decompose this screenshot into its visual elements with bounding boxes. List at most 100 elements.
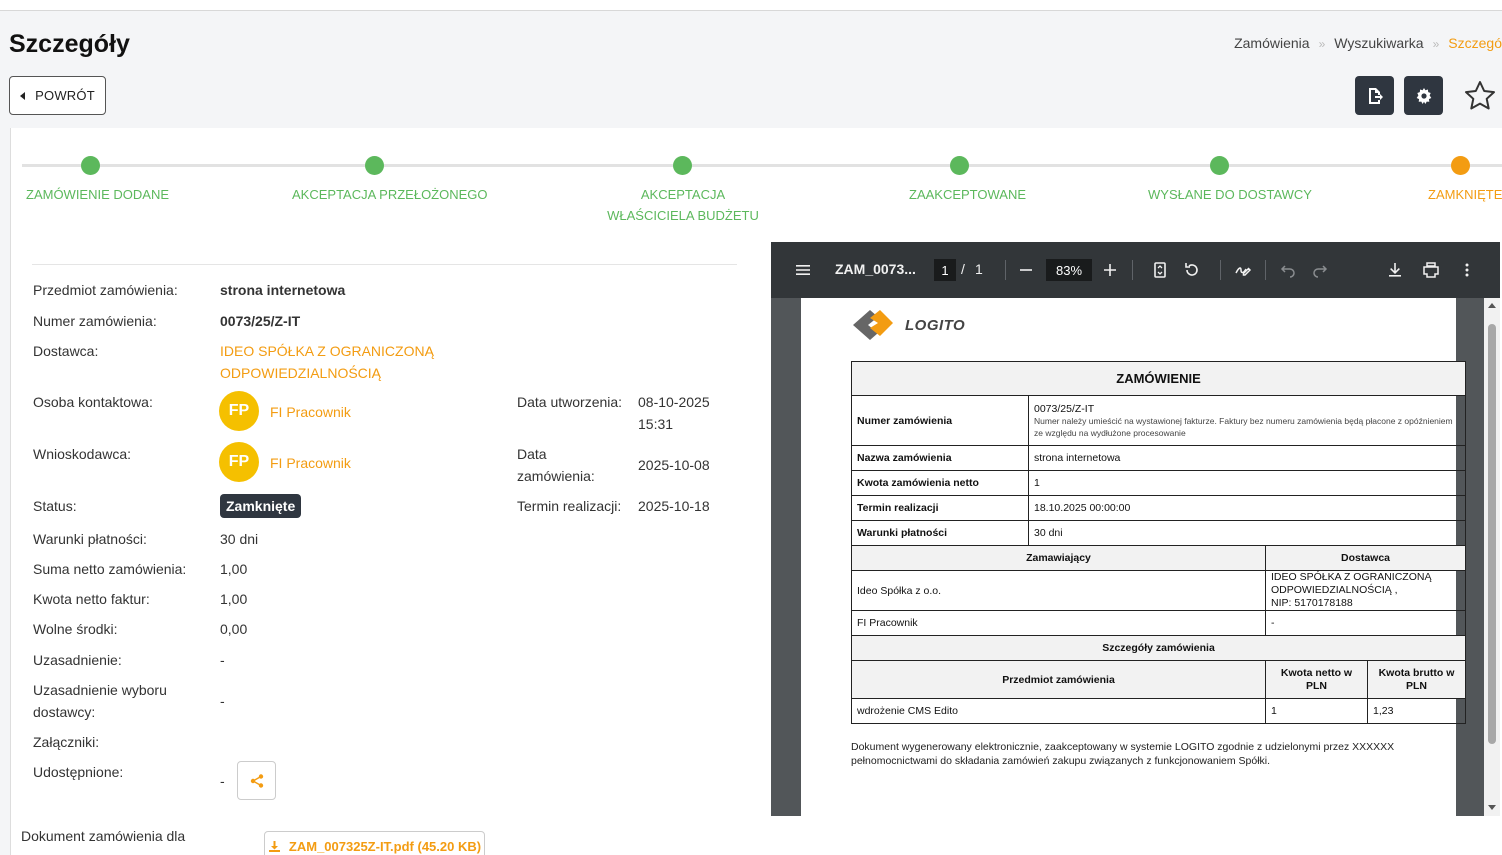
back-button[interactable]: POWRÓT — [9, 76, 106, 115]
pdf-page-input[interactable]: 1 — [934, 259, 956, 281]
zalaczniki-label: Załączniki: — [33, 734, 100, 750]
dostawca-link[interactable]: IDEO SPÓŁKA Z OGRANICZONĄ ODPOWIEDZIALNOŚ… — [220, 340, 434, 384]
kwota-value: 1,00 — [220, 591, 248, 607]
wnioskodawca-label: Wnioskodawca: — [33, 446, 132, 462]
breadcrumb-item-zamowienia[interactable]: Zamówienia — [1234, 35, 1309, 51]
data-utworzenia-time: 15:31 — [638, 416, 674, 432]
row-label: Nazwa zamówienia — [851, 445, 1029, 471]
uzas-wyboru-line1: Uzasadnienie wyboru — [33, 682, 167, 698]
pdf-page-total: 1 — [975, 261, 983, 277]
step-label-1: ZAMÓWIENIE DODANE — [26, 187, 170, 202]
undo-icon[interactable] — [1278, 260, 1298, 280]
termin-value: 2025-10-18 — [638, 498, 710, 514]
col-brutto-line1: Kwota brutto w — [1378, 666, 1455, 679]
item-name: wdrożenie CMS Edito — [851, 698, 1266, 724]
more-icon[interactable] — [1457, 260, 1477, 280]
pdf-scrollbar-thumb[interactable] — [1488, 324, 1496, 744]
przedmiot-value: strona internetowa — [220, 282, 346, 298]
annotate-icon[interactable] — [1233, 260, 1253, 280]
dostawca-value-line2: NIP: 5170178188 — [1271, 597, 1353, 609]
kwota-label: Kwota netto faktur: — [33, 591, 150, 607]
contact-dostawca: - — [1265, 610, 1466, 636]
data-zamowienia-line2: zamówienia: — [517, 468, 595, 484]
numer-note: Numer należy umieścić na wystawionej fak… — [1034, 415, 1453, 438]
export-button[interactable] — [1355, 76, 1394, 115]
data-zamowienia-value: 2025-10-08 — [638, 457, 710, 473]
export-icon — [1368, 87, 1383, 104]
pdf-viewer[interactable]: ZAM_0073... 1 / 1 83% LOGITO ZAMÓWIENIE … — [771, 242, 1500, 816]
zamawiajacy-header: Zamawiający — [851, 545, 1266, 571]
zoom-out-icon[interactable] — [1016, 260, 1036, 280]
col-brutto-line2: PLN — [1406, 679, 1427, 692]
download-icon[interactable] — [1385, 260, 1405, 280]
share-button[interactable] — [237, 761, 276, 800]
data-zamowienia-line1: Data — [517, 446, 547, 462]
dokument-label: Dokument zamówienia dla — [21, 828, 186, 844]
pdf-toolbar: ZAM_0073... 1 / 1 83% — [771, 242, 1500, 298]
rotate-icon[interactable] — [1182, 260, 1202, 280]
uzas-wyboru-label: Uzasadnienie wyboru dostawcy: — [33, 679, 167, 723]
status-badge: Zamknięte — [220, 494, 302, 518]
dostawca-header: Dostawca — [1265, 545, 1466, 571]
settings-button[interactable] — [1404, 76, 1443, 115]
zoom-in-icon[interactable] — [1100, 260, 1120, 280]
arrow-left-icon — [20, 91, 26, 100]
item-netto: 1 — [1265, 698, 1368, 724]
warunki-value: 30 dni — [220, 531, 259, 547]
scroll-down-icon[interactable] — [1486, 803, 1498, 813]
osoba-label: Osoba kontaktowa: — [33, 394, 153, 410]
page-title: Szczegóły — [9, 30, 130, 58]
redo-icon[interactable] — [1310, 260, 1330, 280]
wolne-label: Wolne środki: — [33, 621, 118, 637]
avatar: FP — [219, 391, 259, 431]
udostepnione-label: Udostępnione: — [33, 764, 124, 780]
breadcrumb-item-wyszukiwarka[interactable]: Wyszukiwarka — [1334, 35, 1423, 51]
row-label: Warunki płatności — [851, 520, 1029, 546]
contact-value: FI Pracownik — [851, 610, 1266, 636]
row-label: Kwota zamówienia netto — [851, 470, 1029, 496]
step-label-3: AKCEPTACJA WŁAŚCICIELA BUDŻETU — [607, 187, 759, 223]
suma-value: 1,00 — [220, 561, 248, 577]
breadcrumb-separator-icon: » — [1432, 37, 1440, 51]
avatar: FP — [219, 442, 259, 482]
uzas-wyboru-line2: dostawcy: — [33, 704, 96, 720]
udostepnione-value: - — [220, 773, 225, 789]
numer-value: 0073/25/Z-IT — [1034, 402, 1095, 415]
scroll-up-icon[interactable] — [1486, 300, 1498, 310]
star-icon[interactable] — [1463, 79, 1497, 113]
print-icon[interactable] — [1421, 260, 1441, 280]
termin-label: Termin realizacji: — [517, 498, 622, 514]
data-utworzenia-value: 08-10-2025 15:31 — [638, 391, 710, 435]
download-pdf-label: ZAM_007325Z-IT.pdf (45.20 KB) — [288, 838, 482, 854]
toolbar-divider — [1220, 260, 1221, 280]
row-value: 30 dni — [1028, 520, 1466, 546]
doc-title: ZAMÓWIENIE — [851, 361, 1466, 396]
share-icon — [250, 773, 263, 788]
progress-track — [22, 164, 1502, 167]
dostawca-label: Dostawca: — [33, 343, 99, 359]
pdf-zoom-input[interactable]: 83% — [1046, 259, 1092, 281]
step-dot-3 — [673, 156, 692, 175]
step-label-6: ZAMKNIĘTE — [1428, 187, 1502, 202]
data-utworzenia-label: Data utworzenia: — [517, 394, 623, 410]
row-value: 0073/25/Z-IT Numer należy umieścić na wys… — [1028, 395, 1466, 446]
col-netto-line1: Kwota netto w — [1280, 666, 1353, 679]
step-label-2: AKCEPTACJA PRZEŁOŻONEGO — [292, 187, 488, 202]
pdf-page-separator: / — [961, 261, 965, 277]
uzasadnienie-value: - — [220, 652, 225, 668]
doc-footnote: Dokument wygenerowany elektronicznie, za… — [851, 740, 1451, 768]
fit-page-icon[interactable] — [1150, 260, 1170, 280]
row-value: 18.10.2025 00:00:00 — [1028, 495, 1466, 521]
col-brutto: Kwota brutto w PLN — [1367, 660, 1466, 699]
download-pdf-button[interactable]: ZAM_007325Z-IT.pdf (45.20 KB) — [264, 831, 485, 855]
logito-logo-icon — [853, 310, 893, 340]
pdf-filename: ZAM_0073... — [835, 261, 916, 277]
osoba-link[interactable]: FI Pracownik — [270, 401, 351, 423]
toolbar-divider — [1132, 260, 1133, 280]
zamawiajacy-value: Ideo Spółka z o.o. — [851, 570, 1266, 611]
wnioskodawca-link[interactable]: FI Pracownik — [270, 452, 351, 474]
breadcrumb-item-current: Szczegó — [1448, 35, 1502, 51]
top-bar — [0, 0, 1502, 11]
row-label: Numer zamówienia — [851, 395, 1029, 446]
menu-icon[interactable] — [793, 260, 813, 280]
